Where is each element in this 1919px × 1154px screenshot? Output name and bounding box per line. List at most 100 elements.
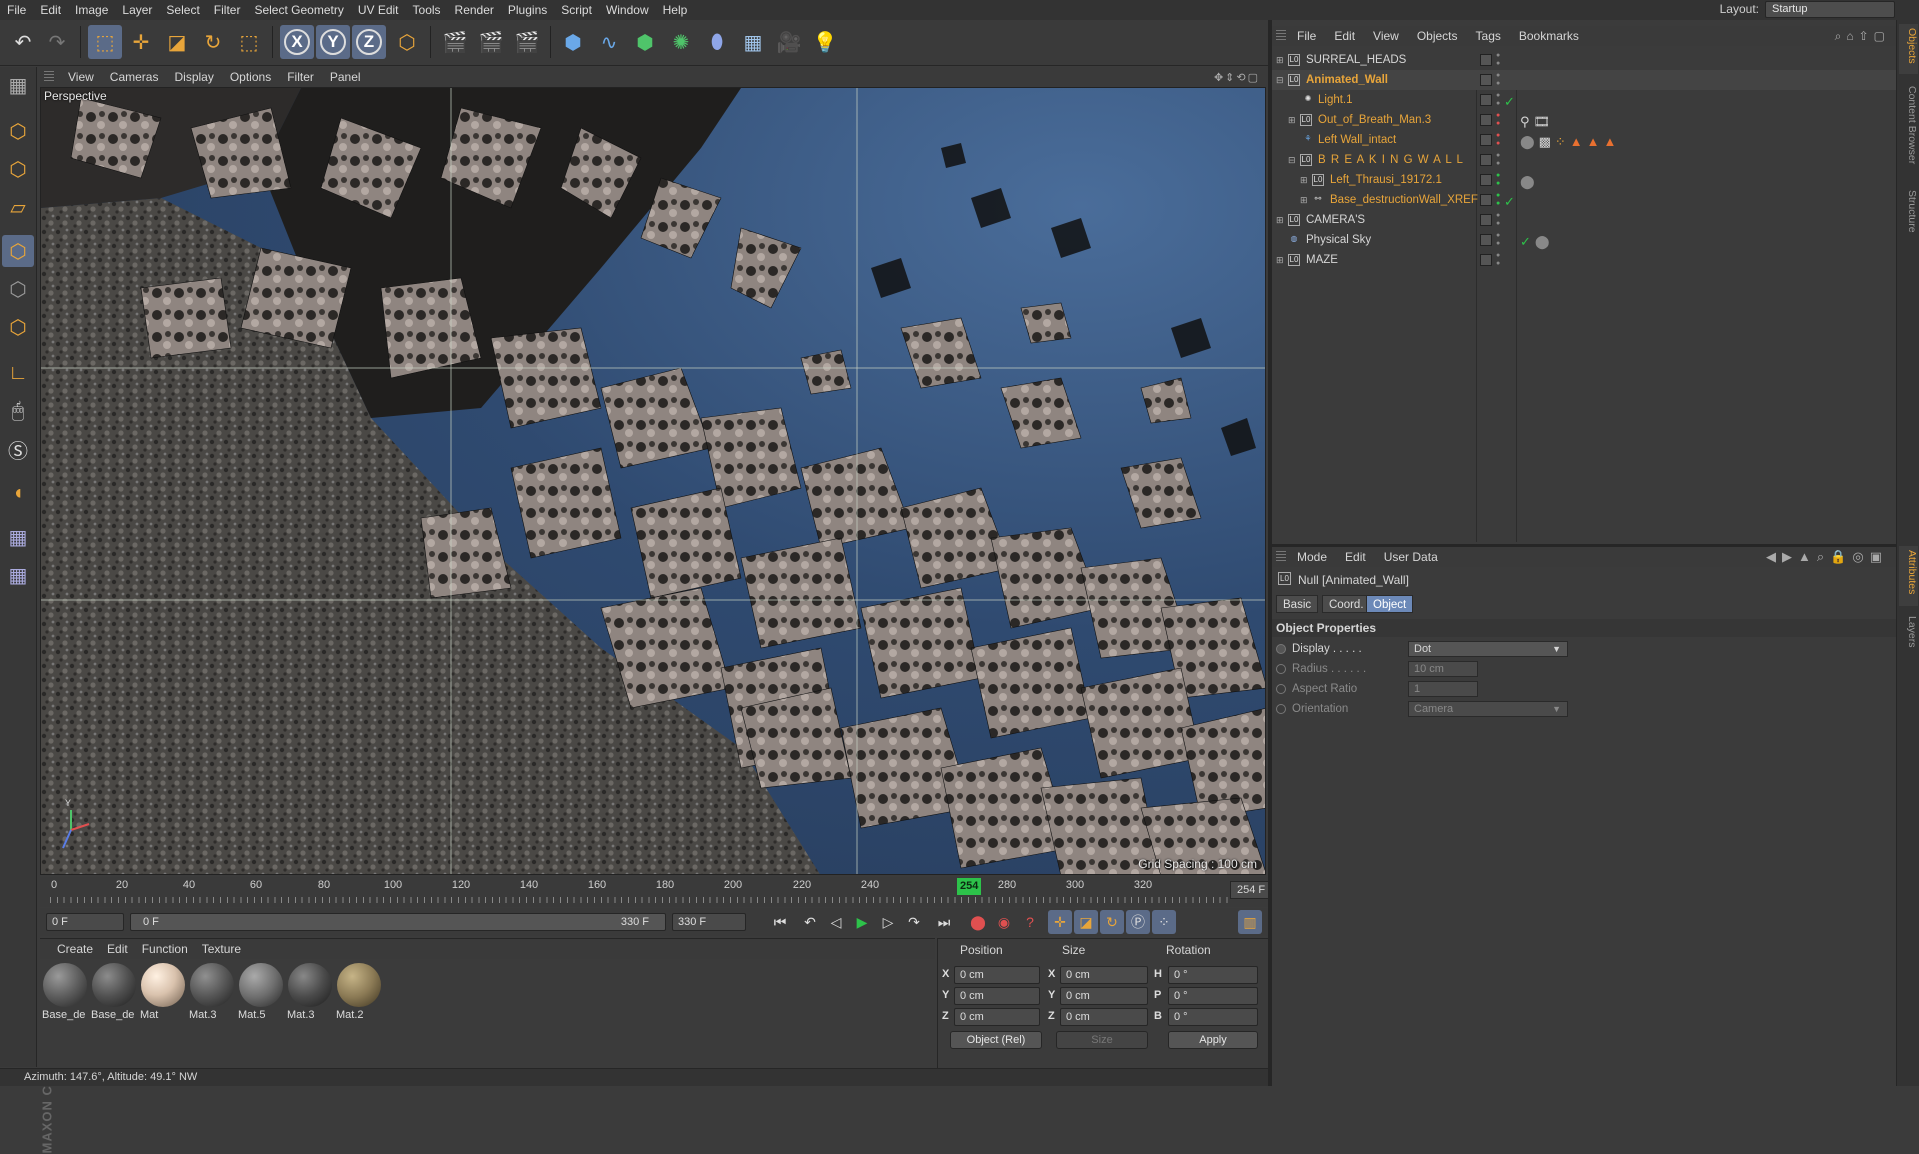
- object-row-out-of-breath[interactable]: ⊞ L0 Out_of_Breath_Man.3 ● ● ⚲ 🎞: [1272, 110, 1896, 130]
- menu-script[interactable]: Script: [554, 3, 599, 17]
- rot-b-field[interactable]: 0 °: [1168, 1008, 1258, 1026]
- check-icon[interactable]: ✓: [1504, 92, 1515, 112]
- menu-plugins[interactable]: Plugins: [501, 3, 554, 17]
- texture-mode-icon[interactable]: ⬡: [2, 153, 34, 185]
- render-view-icon[interactable]: 🎬: [438, 25, 472, 59]
- menu-uv-edit[interactable]: UV Edit: [351, 3, 406, 17]
- workplane-lock-icon[interactable]: ▦: [2, 521, 34, 553]
- obj-menu-bookmarks[interactable]: Bookmarks: [1510, 29, 1588, 43]
- keyframe-selection-icon[interactable]: ?: [1018, 910, 1042, 934]
- tab-basic[interactable]: Basic: [1276, 595, 1319, 613]
- material-swatch[interactable]: Mat.5: [238, 963, 284, 1023]
- collapse-icon[interactable]: ⊟: [1288, 150, 1296, 170]
- obj-menu-tags[interactable]: Tags: [1467, 29, 1510, 43]
- key-rotation-icon[interactable]: ↻: [1100, 910, 1124, 934]
- visibility-dots[interactable]: ● ●: [1496, 192, 1502, 208]
- array-icon[interactable]: ✺: [664, 25, 698, 59]
- check-icon[interactable]: ✓: [1504, 192, 1515, 212]
- selection-tag-icon[interactable]: ⁘: [1555, 132, 1566, 152]
- obj-menu-objects[interactable]: Objects: [1408, 29, 1467, 43]
- display-select[interactable]: Dot ▼: [1408, 641, 1568, 657]
- workplane-icon[interactable]: ▱: [2, 191, 34, 223]
- rot-h-field[interactable]: 0 °: [1168, 966, 1258, 984]
- object-row-surreal-heads[interactable]: ⊞ L0 SURREAL_HEADS ● ●: [1272, 50, 1896, 70]
- layer-visibility-icon[interactable]: [1480, 54, 1492, 66]
- menu-file[interactable]: File: [0, 3, 33, 17]
- y-axis-lock-icon[interactable]: Y: [316, 25, 350, 59]
- visibility-dots[interactable]: ● ●: [1496, 72, 1502, 88]
- mat-menu-create[interactable]: Create: [50, 942, 100, 956]
- material-tag-icon[interactable]: ⬤: [1520, 172, 1535, 192]
- polygons-mode-icon[interactable]: ⬡: [2, 311, 34, 343]
- obj-menu-view[interactable]: View: [1364, 29, 1408, 43]
- deformer-icon[interactable]: ⬮: [700, 25, 734, 59]
- material-swatch[interactable]: Mat: [140, 963, 186, 1023]
- attribute-nav-icons[interactable]: ◀▶▲⌕🔒◎▣: [1766, 549, 1888, 565]
- visibility-dots[interactable]: ● ●: [1496, 52, 1502, 68]
- start-frame-field[interactable]: 0 F: [46, 913, 124, 931]
- object-row-physical-sky[interactable]: ◍ Physical Sky ● ● ✓ ⬤: [1272, 230, 1896, 250]
- vp-menu-view[interactable]: View: [60, 70, 102, 84]
- apply-button[interactable]: Apply: [1168, 1031, 1258, 1049]
- viewport-nav-icons[interactable]: ✥⇕⟲▢: [1214, 71, 1260, 84]
- visibility-dots[interactable]: ● ●: [1496, 212, 1502, 228]
- light-icon[interactable]: 💡: [808, 25, 842, 59]
- object-row-breaking-wall[interactable]: ⊟ L0 B R E A K I N G W A L L ● ●: [1272, 150, 1896, 170]
- edges-mode-icon[interactable]: ⬡: [2, 273, 34, 305]
- undo-icon[interactable]: ↶: [6, 25, 40, 59]
- vp-menu-display[interactable]: Display: [166, 70, 221, 84]
- menu-select[interactable]: Select: [159, 3, 206, 17]
- radius-field[interactable]: 10 cm: [1408, 661, 1478, 677]
- vp-menu-cameras[interactable]: Cameras: [102, 70, 167, 84]
- obj-menu-file[interactable]: File: [1288, 29, 1325, 43]
- go-to-end-icon[interactable]: ⏭: [932, 910, 956, 934]
- prev-key-icon[interactable]: ↶: [798, 910, 822, 934]
- coordinate-system-icon[interactable]: ⬡: [390, 25, 424, 59]
- floor-icon[interactable]: ▦: [736, 25, 770, 59]
- material-tag-icon[interactable]: ⬤: [1520, 132, 1535, 152]
- move-icon[interactable]: ✛: [124, 25, 158, 59]
- mat-menu-texture[interactable]: Texture: [195, 942, 248, 956]
- menu-render[interactable]: Render: [448, 3, 501, 17]
- layer-visibility-icon[interactable]: [1480, 234, 1492, 246]
- size-y-field[interactable]: 0 cm: [1060, 987, 1148, 1005]
- side-tab-layers[interactable]: Layers: [1899, 612, 1918, 656]
- next-key-icon[interactable]: ↷: [902, 910, 926, 934]
- visibility-dots[interactable]: ● ●: [1496, 152, 1502, 168]
- timeline-track[interactable]: [50, 897, 1232, 903]
- render-picture-viewer-icon[interactable]: 🎬: [474, 25, 508, 59]
- search-icon[interactable]: ⌕⌂⇧▢: [1835, 29, 1890, 44]
- menu-window[interactable]: Window: [599, 3, 656, 17]
- vp-menu-filter[interactable]: Filter: [279, 70, 322, 84]
- animate-radio[interactable]: [1276, 644, 1286, 654]
- record-icon[interactable]: ⬤: [966, 910, 990, 934]
- playhead[interactable]: 254: [957, 878, 982, 895]
- texture-tag-icon[interactable]: ▩: [1539, 132, 1551, 152]
- spline-icon[interactable]: ∿: [592, 25, 626, 59]
- x-axis-lock-icon[interactable]: X: [280, 25, 314, 59]
- object-row-animated-wall[interactable]: ⊟ L0 Animated_Wall ● ●: [1272, 70, 1896, 90]
- motion-tag-icon[interactable]: 🎞: [1534, 112, 1551, 132]
- side-tab-attributes[interactable]: Attributes: [1899, 546, 1918, 606]
- visibility-dots[interactable]: ● ●: [1496, 252, 1502, 268]
- material-swatch[interactable]: Mat.3: [189, 963, 235, 1023]
- side-tab-structure[interactable]: Structure: [1899, 186, 1918, 246]
- animate-radio[interactable]: [1276, 684, 1286, 694]
- object-row-cameras[interactable]: ⊞ L0 CAMERA'S ● ●: [1272, 210, 1896, 230]
- subdivision-icon[interactable]: ⬢: [628, 25, 662, 59]
- go-to-start-icon[interactable]: ⏮: [768, 910, 792, 934]
- size-z-field[interactable]: 0 cm: [1060, 1008, 1148, 1026]
- obj-menu-edit[interactable]: Edit: [1325, 29, 1364, 43]
- coord-mode-select[interactable]: Object (Rel): [950, 1031, 1042, 1049]
- aspect-ratio-field[interactable]: 1: [1408, 681, 1478, 697]
- recent-tool-icon[interactable]: ⬚: [232, 25, 266, 59]
- expand-icon[interactable]: ⊞: [1276, 50, 1284, 70]
- vp-menu-panel[interactable]: Panel: [322, 70, 369, 84]
- axis-mode-icon[interactable]: ∟: [2, 357, 34, 389]
- visibility-dots[interactable]: ● ●: [1496, 132, 1502, 148]
- visibility-dots[interactable]: ● ●: [1496, 92, 1502, 108]
- rot-p-field[interactable]: 0 °: [1168, 987, 1258, 1005]
- material-swatch[interactable]: Mat.3: [287, 963, 333, 1023]
- scale-icon[interactable]: ◪: [160, 25, 194, 59]
- orientation-select[interactable]: Camera ▼: [1408, 701, 1568, 717]
